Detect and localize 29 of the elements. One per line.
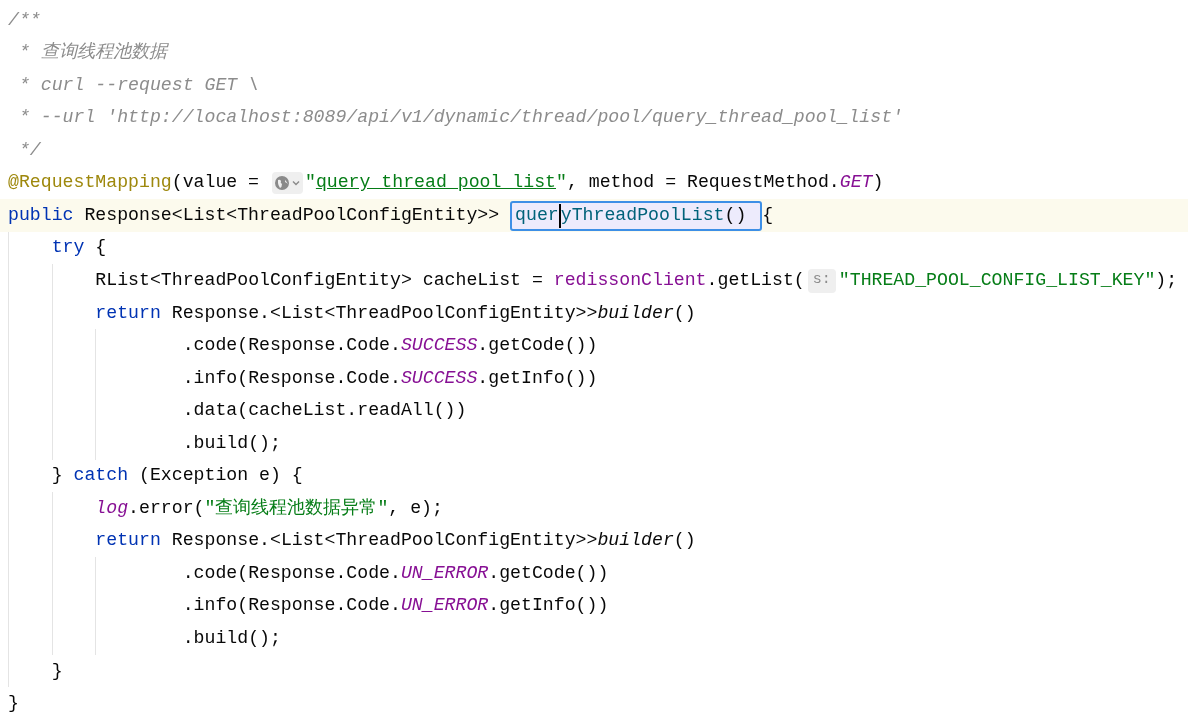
code-text: "THREAD_POOL_CONFIG_LIST_KEY"); bbox=[838, 269, 1178, 292]
code-text: @RequestMapping(value = bbox=[8, 171, 261, 195]
code-line: } catch (Exception e) { bbox=[0, 459, 1188, 493]
code-line: /** bbox=[7, 8, 42, 32]
code-line: * 查询线程池数据 bbox=[17, 41, 170, 65]
code-line: .info(Response.Code.SUCCESS.getInfo()) bbox=[0, 362, 1188, 395]
parameter-hint: s: bbox=[807, 268, 836, 293]
code-text: yThreadPoolList() bbox=[560, 203, 748, 227]
code-line: try { bbox=[0, 231, 1188, 265]
code-text: "query_thread_pool_list", method = RequestMethod.GET) bbox=[304, 171, 884, 195]
code-text: { bbox=[762, 203, 774, 227]
code-text: quer bbox=[515, 203, 559, 227]
code-line: .data(cacheList.readAll()) bbox=[0, 394, 1188, 428]
code-line: return Response.<List<ThreadPoolConfigEntity>>builder() bbox=[0, 524, 1188, 558]
code-line: * curl --request GET \ bbox=[17, 73, 261, 97]
code-line: */ bbox=[17, 138, 42, 162]
code-line: .info(Response.Code.UN_ERROR.getInfo()) bbox=[0, 589, 1188, 623]
code-line: } bbox=[0, 654, 1188, 688]
code-line: .code(Response.Code.UN_ERROR.getCode()) bbox=[0, 557, 1188, 590]
code-line: * --url 'http://localhost:8089/api/v1/dynamic/thread/pool/query_thread_pool_list' bbox=[17, 106, 904, 130]
code-line: return Response.<List<ThreadPoolConfigEntity>>builder() bbox=[0, 296, 1188, 330]
globe-icon[interactable] bbox=[271, 172, 303, 194]
code-text: RList<ThreadPoolConfigEntity> cacheList = redissonClient.getList( bbox=[8, 264, 805, 297]
code-line: .build(); bbox=[0, 427, 1188, 460]
code-line: log.error("查询线程池数据异常", e); bbox=[0, 492, 1188, 525]
code-line: .build(); bbox=[0, 622, 1188, 655]
code-text: public Response<List<ThreadPoolConfigEntity>> bbox=[8, 203, 501, 227]
code-line: .code(Response.Code.SUCCESS.getCode()) bbox=[0, 329, 1188, 362]
code-line: } bbox=[7, 692, 20, 716]
